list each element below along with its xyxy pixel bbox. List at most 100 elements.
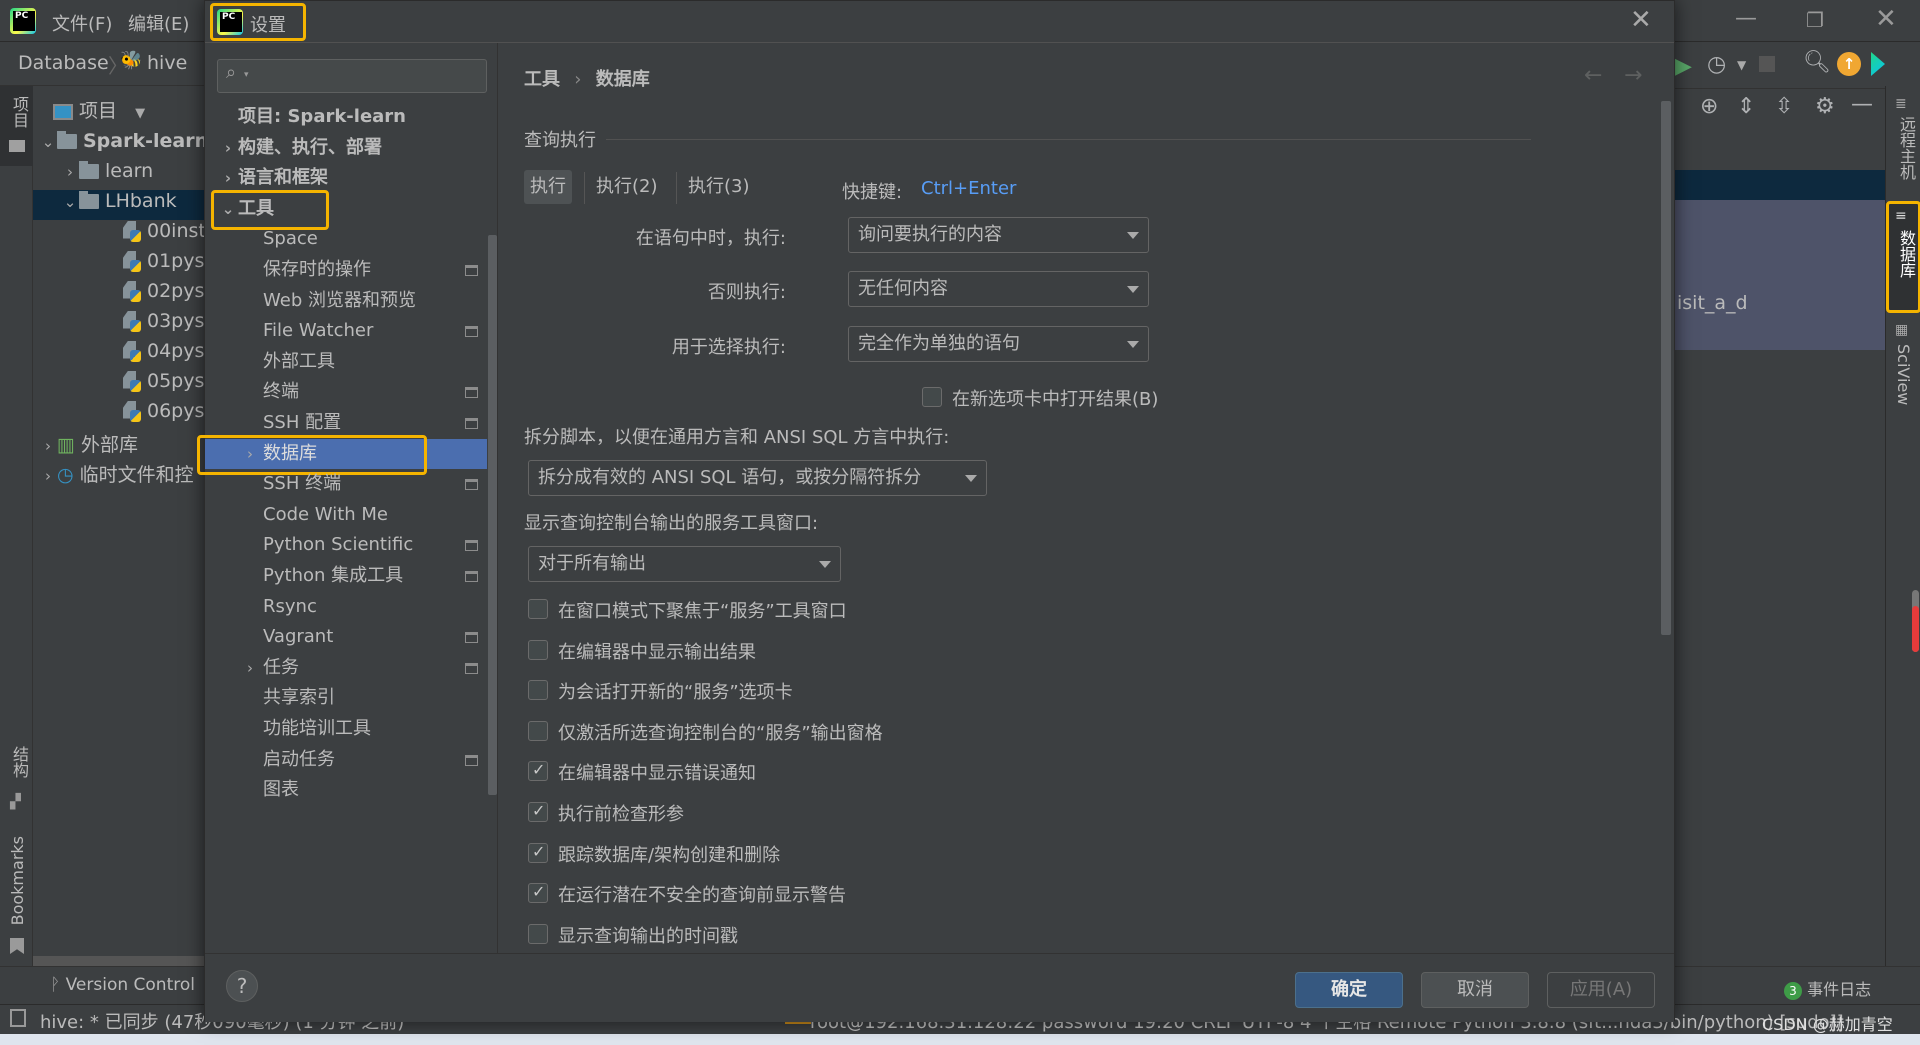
option-checkbox[interactable]: [528, 801, 548, 822]
project-tree-item[interactable]: ⌄ LHbank: [33, 190, 204, 220]
settings-tree-item[interactable]: SSH 配置: [205, 408, 487, 438]
exec-tab[interactable]: 执行(3): [682, 170, 756, 204]
version-control-tab[interactable]: ᚹ Version Control: [50, 975, 195, 995]
open-new-tab-checkbox[interactable]: [922, 387, 942, 407]
chevron-right-icon[interactable]: ›: [219, 163, 237, 193]
ok-button[interactable]: 确定: [1295, 972, 1403, 1008]
chevron-right-icon[interactable]: ›: [39, 467, 57, 485]
settings-tree-item[interactable]: › 构建、执行、部署: [205, 133, 487, 163]
breadcrumb-tools[interactable]: 工具: [524, 69, 560, 90]
breadcrumb-database[interactable]: Database: [18, 52, 109, 74]
settings-tree-item[interactable]: File Watcher: [205, 316, 487, 346]
field-dropdown[interactable]: 询问要执行的内容: [848, 217, 1149, 253]
field-dropdown[interactable]: 无任何内容: [848, 271, 1149, 307]
services-dropdown[interactable]: 对于所有输出: [528, 546, 841, 582]
collapse-all-icon[interactable]: ⇳: [1775, 94, 1793, 119]
run-icon[interactable]: ▶: [1675, 54, 1692, 79]
expand-all-icon[interactable]: ⇕: [1737, 94, 1755, 119]
settings-tree-item[interactable]: 外部工具: [205, 347, 487, 377]
back-arrow-icon[interactable]: ←: [1584, 63, 1602, 88]
project-tree-item[interactable]: 04pys: [33, 340, 204, 370]
settings-tree-item[interactable]: Vagrant: [205, 622, 487, 652]
option-checkbox[interactable]: [528, 639, 548, 660]
stop-icon[interactable]: [1759, 56, 1775, 72]
chevron-down-icon[interactable]: ⌄: [39, 133, 57, 151]
exec-tab[interactable]: 执行: [524, 170, 572, 204]
settings-tree-item[interactable]: Python 集成工具: [205, 561, 487, 591]
toolbox-icon[interactable]: [1871, 52, 1885, 76]
locate-icon[interactable]: ⊕: [1700, 94, 1718, 119]
project-tree-item[interactable]: 06pys: [33, 400, 204, 430]
event-log-tab[interactable]: 3 事件日志: [1784, 976, 1871, 1000]
option-checkbox[interactable]: [528, 923, 548, 944]
chevron-right-icon[interactable]: ›: [39, 437, 57, 455]
remote-host-tool-tab[interactable]: ≣ 远程主机: [1886, 96, 1920, 206]
settings-tree-item[interactable]: › 任务: [205, 653, 487, 683]
chevron-right-icon[interactable]: ›: [241, 653, 259, 683]
database-item-partial[interactable]: isit_a_d: [1677, 292, 1748, 314]
project-panel-header[interactable]: 项目 ▼: [53, 96, 145, 123]
shortcut-link[interactable]: Ctrl+Enter: [921, 178, 1016, 199]
project-tool-tab[interactable]: 项目: [0, 86, 33, 166]
close-icon[interactable]: ✕: [1630, 5, 1652, 35]
chevron-down-icon[interactable]: ▼: [135, 106, 145, 121]
run-dropdown-icon[interactable]: ▼: [1737, 58, 1746, 72]
search-options-icon[interactable]: ▾: [244, 70, 249, 80]
status-window-icon[interactable]: [10, 1009, 26, 1027]
settings-tree-item[interactable]: Rsync: [205, 592, 487, 622]
gear-icon[interactable]: ⚙: [1815, 94, 1835, 119]
search-icon[interactable]: 🔍︎: [1803, 50, 1831, 75]
apply-button[interactable]: 应用(A): [1547, 972, 1655, 1008]
settings-tree-item[interactable]: 保存时的操作: [205, 255, 487, 285]
exec-tab[interactable]: 执行(2): [590, 170, 664, 204]
option-checkbox[interactable]: [528, 680, 548, 701]
field-dropdown[interactable]: 完全作为单独的语句: [848, 326, 1149, 362]
settings-tree-item[interactable]: SSH 终端: [205, 469, 487, 499]
split-script-dropdown[interactable]: 拆分成有效的 ANSI SQL 语句，或按分隔符拆分: [528, 460, 987, 496]
error-stripe-scrollbar[interactable]: [1912, 590, 1919, 652]
settings-tree-item[interactable]: 功能培训工具: [205, 714, 487, 744]
settings-tree-item[interactable]: 终端: [205, 377, 487, 407]
settings-tree-item[interactable]: 图表: [205, 775, 487, 805]
settings-tree-item[interactable]: › 语言和框架: [205, 163, 487, 193]
search-field[interactable]: [258, 64, 478, 88]
help-button[interactable]: ?: [226, 970, 258, 1002]
sidebar-scrollbar[interactable]: [488, 235, 497, 795]
project-tree-item[interactable]: › ▥ 外部库: [33, 430, 204, 460]
settings-tree-item[interactable]: 共享索引: [205, 683, 487, 713]
option-checkbox[interactable]: [528, 760, 548, 782]
restore-window-icon[interactable]: ❐: [1806, 8, 1824, 32]
bookmarks-tool-tab[interactable]: Bookmarks: [0, 836, 33, 966]
project-tree-item[interactable]: 01pys: [33, 250, 204, 280]
project-tree-item[interactable]: 03pys: [33, 310, 204, 340]
minimize-window-icon[interactable]: —: [1735, 6, 1757, 31]
chevron-right-icon[interactable]: ›: [61, 163, 79, 181]
option-checkbox[interactable]: [528, 599, 548, 619]
menu-edit[interactable]: 编辑(E): [128, 10, 189, 36]
chevron-right-icon[interactable]: ›: [219, 133, 237, 163]
settings-tree-item[interactable]: Python Scientific: [205, 530, 487, 560]
settings-tree-item[interactable]: Space: [205, 224, 487, 254]
settings-tree-item[interactable]: Code With Me: [205, 500, 487, 530]
structure-tool-tab[interactable]: 结构 ▞: [0, 746, 33, 826]
content-scrollbar[interactable]: [1661, 101, 1671, 635]
project-horizontal-scrollbar[interactable]: [33, 956, 204, 966]
settings-tree-item[interactable]: Web 浏览器和预览: [205, 286, 487, 316]
chevron-down-icon[interactable]: ⌄: [61, 193, 79, 211]
close-window-icon[interactable]: ✕: [1875, 4, 1897, 34]
project-tree-item[interactable]: › ◷ 临时文件和控: [33, 460, 204, 490]
settings-search-input[interactable]: ⌕ ▾: [217, 59, 487, 93]
option-checkbox[interactable]: [528, 842, 548, 863]
option-checkbox[interactable]: [528, 720, 548, 741]
forward-arrow-icon[interactable]: →: [1624, 63, 1642, 88]
project-tree-item[interactable]: ⌄ Spark-learn: [33, 130, 204, 160]
breadcrumb-hive[interactable]: hive: [147, 52, 187, 74]
project-tree-item[interactable]: 00inst: [33, 220, 204, 250]
option-checkbox[interactable]: [528, 882, 548, 904]
settings-tree-item[interactable]: 启动任务: [205, 745, 487, 775]
settings-tree-item[interactable]: 项目: Spark-learn: [205, 102, 487, 132]
project-tree-item[interactable]: 02pys: [33, 280, 204, 310]
update-icon[interactable]: ↑: [1837, 52, 1861, 76]
sciview-tool-tab[interactable]: ▦ SciView: [1886, 322, 1920, 412]
project-tree-item[interactable]: › learn: [33, 160, 204, 190]
